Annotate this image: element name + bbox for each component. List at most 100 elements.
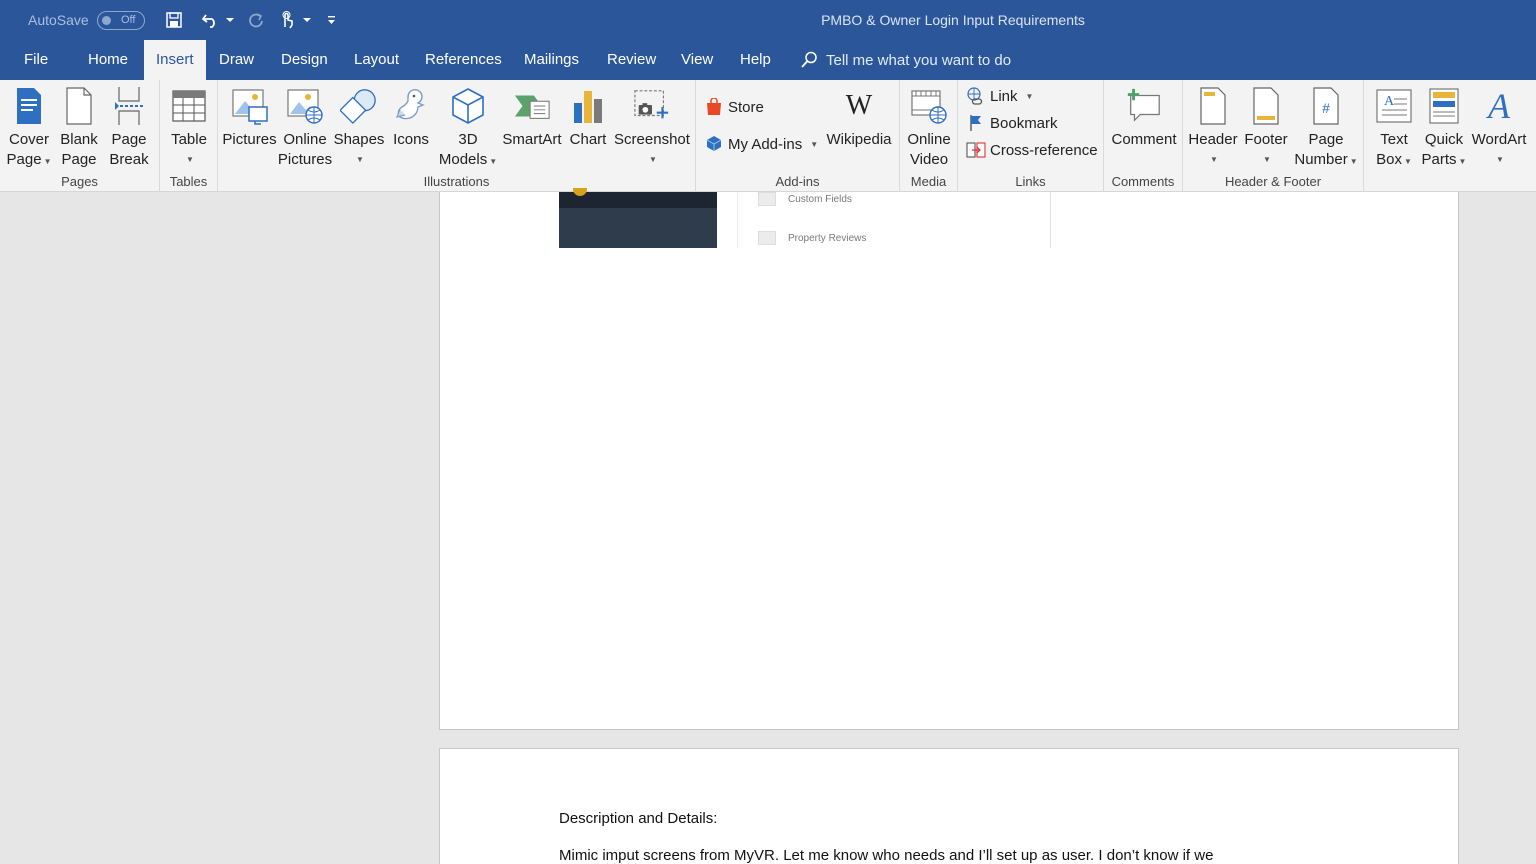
tab-review[interactable]: Review	[595, 40, 668, 80]
header-icon	[1200, 87, 1226, 125]
group-text: A Text Box ▼ Quick Parts ▼ A WordArt ▼	[1364, 80, 1536, 192]
footer-button[interactable]: Footer ▼	[1241, 84, 1291, 170]
smartart-button[interactable]: SmartArt	[500, 84, 564, 150]
bookmark-button[interactable]: Bookmark	[966, 111, 1058, 135]
wordart-button[interactable]: A WordArt ▼	[1468, 84, 1530, 170]
chevron-down-icon: ▼	[43, 157, 52, 166]
tab-design[interactable]: Design	[269, 40, 340, 80]
cover-label-1: Cover	[8, 131, 49, 148]
screenshot-button[interactable]: Screenshot ▼	[614, 84, 690, 170]
3d-label-1: 3D	[458, 131, 478, 148]
tab-insert[interactable]: Insert	[144, 40, 206, 80]
bookmark-icon	[970, 115, 981, 131]
group-tables: Table ▼ Tables	[160, 80, 218, 192]
page-number-label-2: Number	[1294, 151, 1348, 168]
wikipedia-button[interactable]: W Wikipedia	[822, 84, 896, 150]
tab-view[interactable]: View	[669, 40, 725, 80]
cover-label-2: Page	[6, 151, 42, 168]
tab-draw[interactable]: Draw	[207, 40, 266, 80]
footer-label: Footer	[1244, 131, 1288, 148]
document-title: PMBO & Owner Login Input Requirements	[821, 12, 1085, 28]
smartart-label: SmartArt	[502, 131, 562, 148]
my-addins-button[interactable]: My Add-ins ▼	[704, 132, 818, 156]
cross-reference-label: Cross-reference	[990, 141, 1098, 159]
3d-models-button[interactable]: 3D Models ▼	[436, 84, 500, 172]
tab-home[interactable]: Home	[76, 40, 140, 80]
icons-button[interactable]: Icons	[388, 84, 434, 150]
tab-layout[interactable]: Layout	[342, 40, 411, 80]
blank-label-2: Page	[61, 151, 97, 168]
chevron-down-icon: ▼	[1403, 157, 1412, 166]
tab-file[interactable]: File	[12, 40, 60, 80]
page-number-button[interactable]: # Page Number ▼	[1291, 84, 1361, 172]
online-video-button[interactable]: Online Video	[904, 84, 954, 170]
comment-button[interactable]: Comment	[1108, 84, 1180, 150]
page-number-label-1: Page	[1308, 131, 1344, 148]
body-text-start: Mimic	[559, 847, 603, 864]
search-icon	[801, 51, 817, 68]
quick-parts-button[interactable]: Quick Parts ▼	[1420, 84, 1468, 172]
tab-help[interactable]: Help	[728, 40, 783, 80]
chevron-down-icon: ▼	[649, 155, 657, 164]
title-bar: AutoSave Off PMBO & Owner Login Input Re…	[0, 0, 1536, 40]
embedded-screenshot-menu[interactable]: Custom Fields Property Reviews	[737, 192, 1051, 248]
chevron-down-icon: ▼	[1025, 91, 1034, 101]
icons-icon	[396, 89, 425, 120]
blank-page-button[interactable]: Blank Page	[58, 84, 100, 170]
cross-reference-icon	[966, 142, 986, 158]
tell-me-search[interactable]: Tell me what you want to do	[800, 40, 1011, 80]
shapes-icon	[340, 89, 376, 124]
link-button[interactable]: Link ▼	[966, 84, 1033, 108]
wikipedia-label: Wikipedia	[826, 131, 892, 148]
cover-page-button[interactable]: Cover Page ▼	[6, 84, 52, 172]
chevron-down-icon: ▼	[810, 139, 819, 149]
shapes-label: Shapes	[333, 131, 385, 148]
chevron-down-icon: ▼	[1458, 157, 1467, 166]
break-label-2: Break	[109, 151, 149, 168]
cross-reference-button[interactable]: Cross-reference	[966, 138, 1098, 162]
table-label: Table	[171, 131, 207, 148]
header-label: Header	[1188, 131, 1238, 148]
my-addins-label: My Add-ins	[728, 135, 803, 153]
online-pictures-button[interactable]: Online Pictures	[278, 84, 332, 170]
wordart-label: WordArt	[1471, 131, 1527, 148]
section-heading[interactable]: Description and Details:	[559, 810, 717, 827]
online-video-icon	[911, 90, 947, 124]
break-label-1: Page	[111, 131, 147, 148]
header-button[interactable]: Header ▼	[1187, 84, 1239, 170]
body-paragraph[interactable]: Mimic imput screens from MyVR. Let me kn…	[559, 847, 1213, 864]
comment-label: Comment	[1111, 131, 1177, 148]
link-icon	[967, 87, 983, 105]
pictures-button[interactable]: Pictures	[222, 84, 277, 150]
tab-references[interactable]: References	[413, 40, 514, 80]
body-text-rest: screens from MyVR. Let me know who needs…	[639, 847, 1214, 864]
group-label-header-footer: Header & Footer	[1224, 174, 1322, 189]
online-video-label-1: Online	[907, 131, 951, 148]
chart-icon	[574, 91, 602, 123]
embedded-screenshot-sidebar[interactable]	[559, 188, 717, 248]
store-button[interactable]: Store	[704, 95, 764, 119]
addins-icon	[706, 136, 722, 151]
link-label: Link	[990, 87, 1018, 105]
chart-button[interactable]: Chart	[566, 84, 610, 150]
wikipedia-icon: W	[845, 90, 873, 121]
smartart-icon	[514, 95, 550, 119]
table-button[interactable]: Table ▼	[167, 84, 211, 170]
blank-label-1: Blank	[60, 131, 98, 148]
text-box-button[interactable]: A Text Box ▼	[1370, 84, 1418, 172]
group-header-footer: Header ▼ Footer ▼ # Page Number ▼ Header …	[1183, 80, 1364, 192]
misspelled-word[interactable]: imput	[602, 847, 639, 864]
edit-icon	[758, 192, 776, 206]
cube-icon	[452, 88, 484, 124]
page-break-button[interactable]: Page Break	[106, 84, 152, 170]
text-box-label-1: Text	[1380, 131, 1408, 148]
group-comments: Comment Comments	[1104, 80, 1183, 192]
online-video-label-2: Video	[909, 151, 949, 168]
ribbon-insert: Cover Page ▼ Blank Page Page Break Pages …	[0, 80, 1536, 192]
tab-mailings[interactable]: Mailings	[512, 40, 591, 80]
shapes-button[interactable]: Shapes ▼	[333, 84, 385, 170]
pictures-label: Pictures	[222, 131, 277, 148]
cover-page-icon	[17, 88, 41, 124]
document-page-1[interactable]	[439, 192, 1459, 730]
chevron-down-icon: ▼	[1349, 157, 1358, 166]
